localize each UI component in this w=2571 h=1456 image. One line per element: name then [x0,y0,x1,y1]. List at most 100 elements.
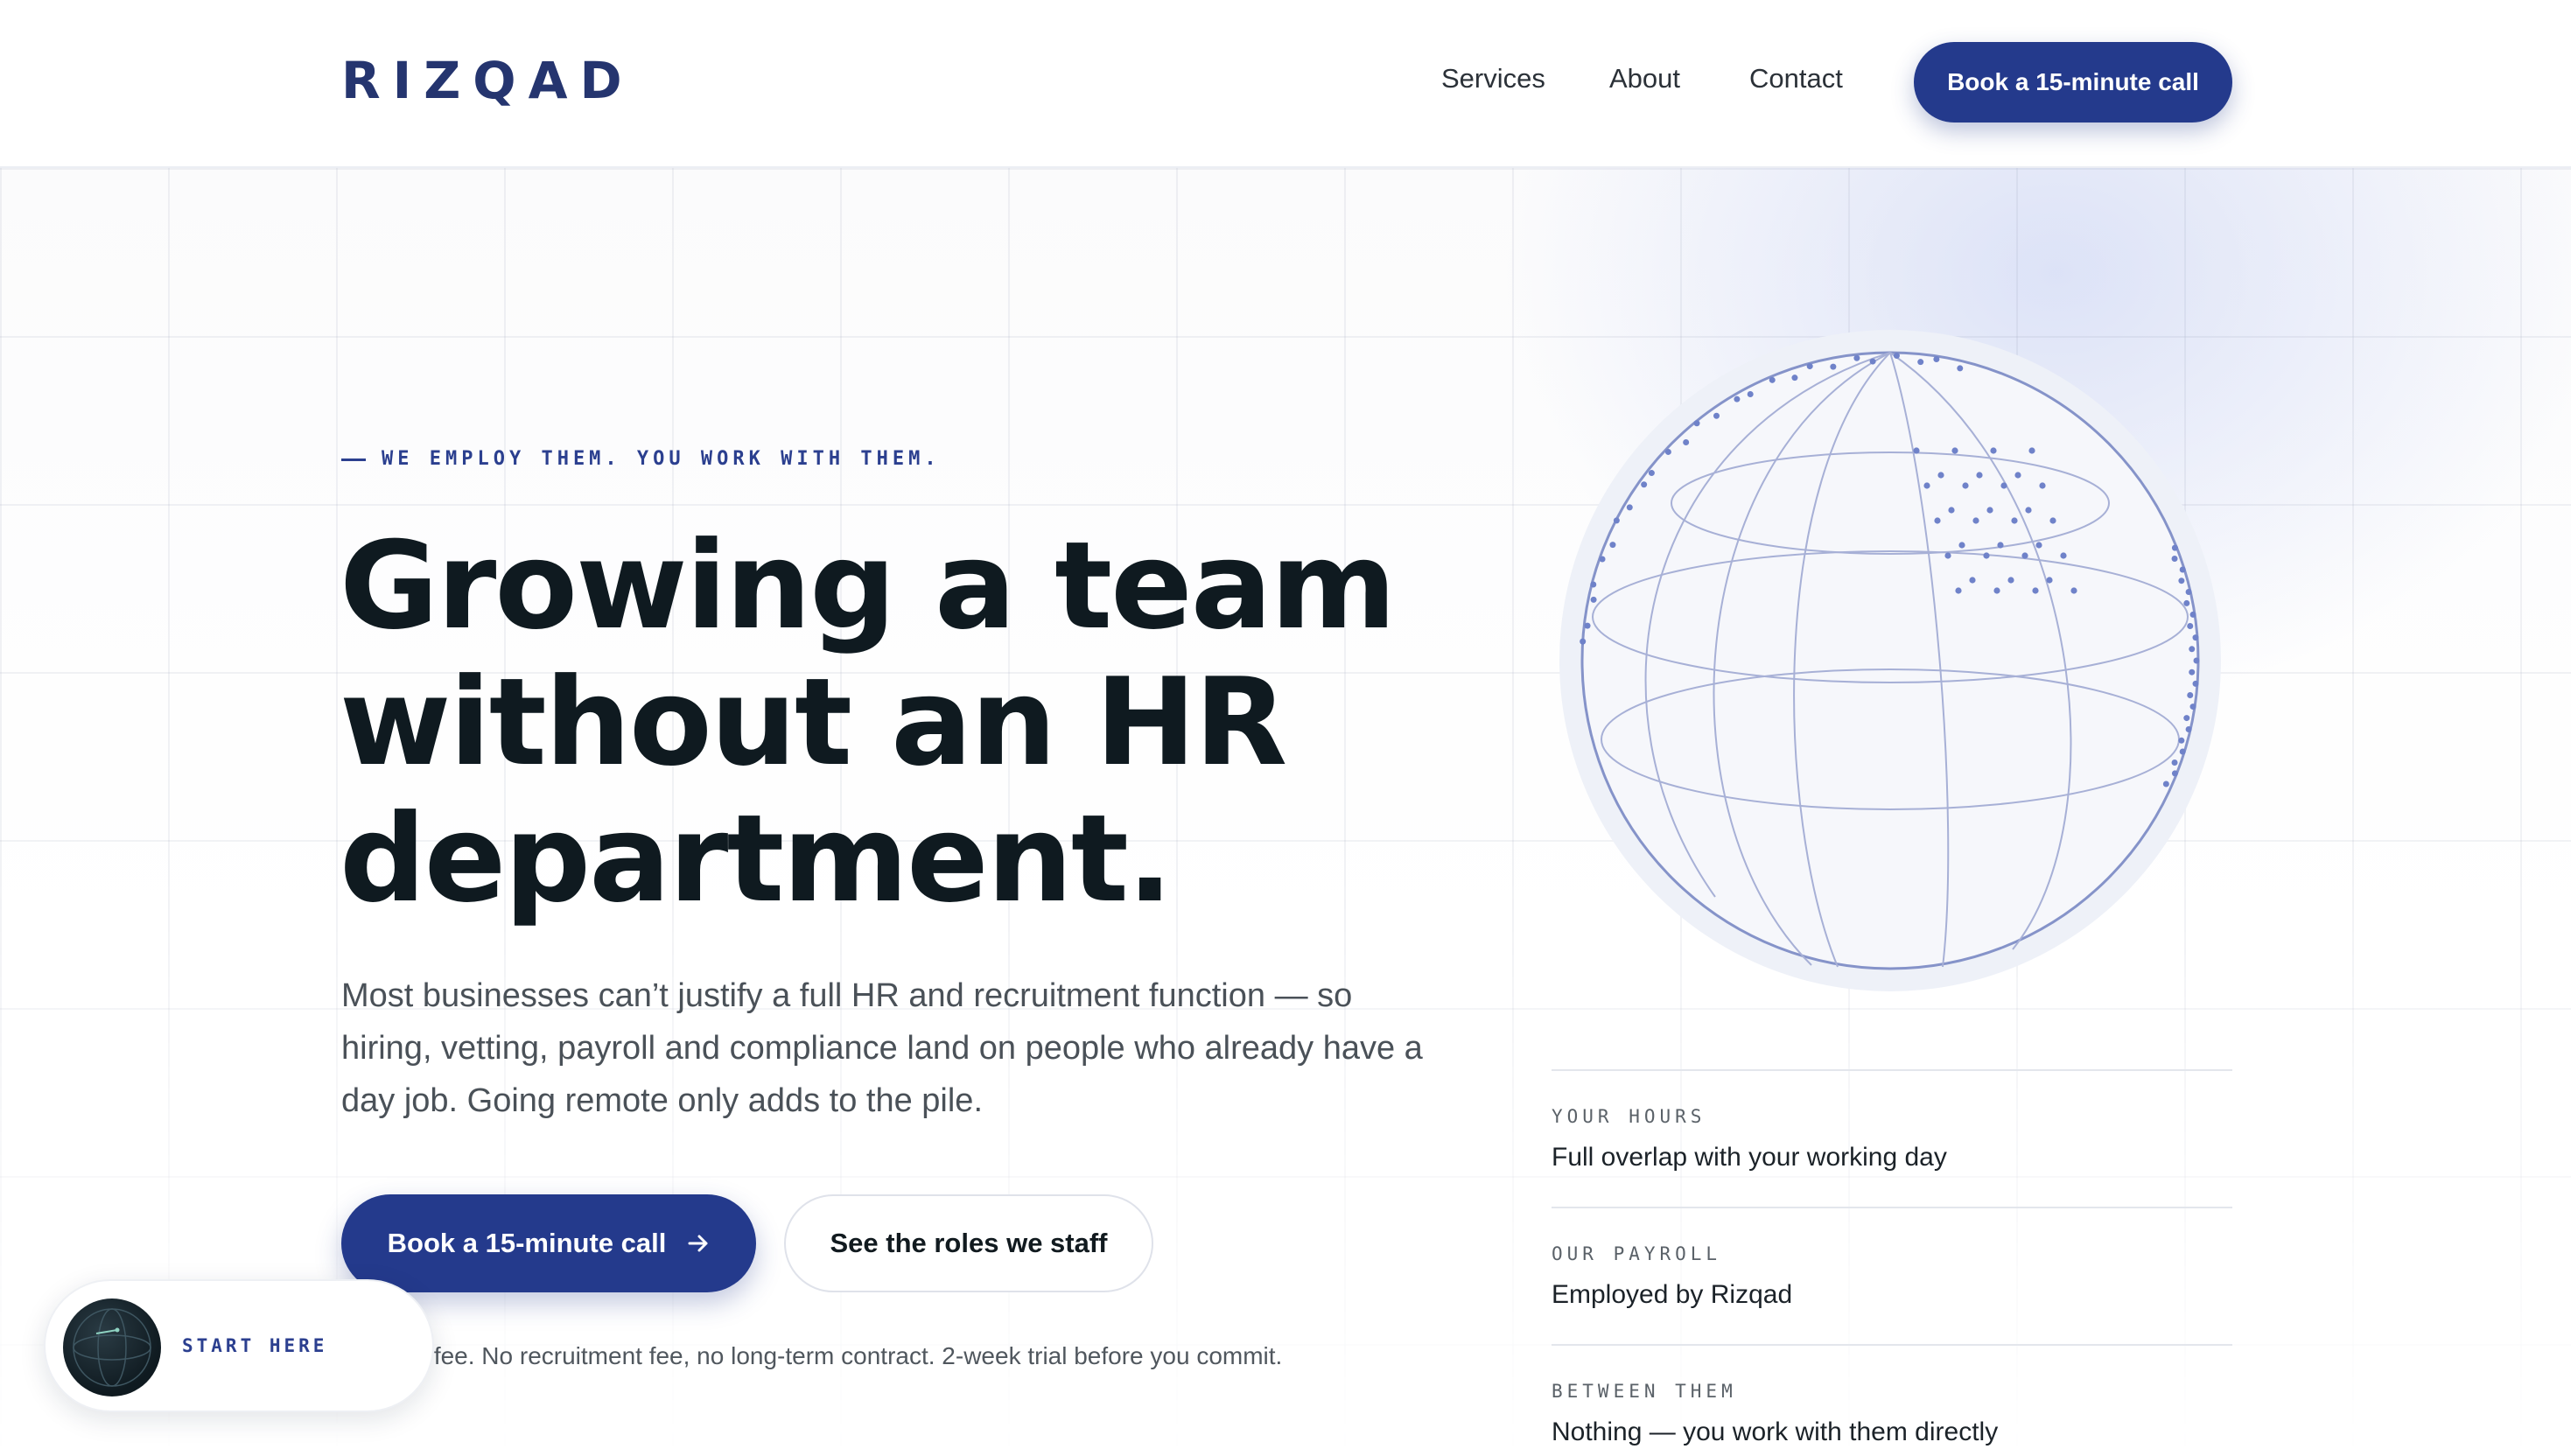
globe-dot [2189,611,2196,618]
globe-dot [1951,447,1958,454]
globe-dot [1986,507,1993,514]
globe-dot [2183,715,2190,722]
globe-dot [2179,748,2186,755]
globe-dot [2178,578,2185,584]
globe-dot [2187,691,2194,698]
globe-dot [2060,552,2067,559]
globe-dot [2049,517,2056,524]
globe-dot [2179,566,2186,573]
headline-line-1: Growing a team [340,515,1397,656]
globe-dot [1993,587,2000,594]
globe-dot [1972,517,1979,524]
globe-dot [1641,481,1648,488]
globe-dot [1769,376,1776,383]
globe-dot [2187,623,2194,630]
globe-dot [1893,353,1900,360]
globe-dot [2039,482,2046,489]
hero-headline: Growing a team without an HR department. [340,518,1477,928]
globe-dot [1599,556,1606,563]
info-item-between: BETWEEN THEM Nothing — you work with the… [1552,1344,2232,1456]
globe-dot [2014,472,2021,479]
brand-logo[interactable]: RIZQAD [341,51,634,110]
globe-dot [2171,544,2178,551]
globe-dot [1990,447,1997,454]
info-item-hours: YOUR HOURS Full overlap with your workin… [1552,1069,2232,1207]
globe-dot [1948,507,1955,514]
globe-dot [2011,517,2018,524]
globe-dot [1934,517,1941,524]
globe-dot [1958,542,1965,549]
globe-dot [2192,634,2199,641]
start-here-widget[interactable]: START HERE [44,1279,434,1412]
nav-link-services[interactable]: Services [1441,63,1545,94]
info-label: BETWEEN THEM [1552,1381,1737,1402]
hero-lead: Most businesses can’t justify a full HR … [341,977,1423,1119]
info-label: OUR PAYROLL [1552,1243,1722,1264]
globe-dot [1937,472,1944,479]
globe-dot [1969,577,1976,584]
globe-dot [1917,359,1924,366]
globe-dot [2189,668,2196,676]
header-book-call-button[interactable]: Book a 15-minute call [1914,42,2232,122]
globe-dot [1869,358,1876,365]
globe-dot [2193,657,2200,664]
info-value: Employed by Rizqad [1552,1280,1793,1309]
globe-dot [1976,472,1983,479]
globe-dot [2185,589,2192,596]
globe-dot [1962,482,1969,489]
globe-dot [2007,577,2014,584]
nav-link-about[interactable]: About [1609,63,1680,94]
nav-link-contact[interactable]: Contact [1749,63,1843,94]
globe-dot [2189,704,2196,710]
globe-dot [1806,363,1813,370]
globe-dot [1923,482,1930,489]
globe-dot [2185,725,2192,732]
headline-line-3: department. [340,788,1173,929]
globe-dot [1913,447,1920,454]
globe-dot [2070,587,2077,594]
book-call-label: Book a 15-minute call [387,1228,667,1258]
globe-dot [1626,504,1633,511]
see-roles-button[interactable]: See the roles we staff [784,1194,1153,1292]
globe-dot [2171,770,2178,777]
globe-dot [1613,517,1620,524]
pricing-note: monthly fee. No recruitment fee, no long… [341,1342,1283,1369]
globe-dot [1584,622,1591,629]
hero-eyebrow: WE EMPLOY THEM. YOU WORK WITH THEM. [341,448,941,470]
globe-dot [1683,438,1690,445]
start-here-label: START HERE [182,1335,328,1356]
globe-dot [1983,552,1990,559]
globe-dot [1997,542,2004,549]
globe-dot [1853,354,1860,361]
globe-dot [2046,577,2053,584]
book-call-button[interactable]: Book a 15-minute call [341,1194,756,1292]
info-item-payroll: OUR PAYROLL Employed by Rizqad [1552,1207,2232,1344]
globe-dot [1580,638,1587,645]
eyebrow-text: WE EMPLOY THEM. YOU WORK WITH THEM. [382,448,941,470]
globe-dot [2178,737,2185,744]
globe-dot [1791,374,1798,382]
globe-dot [2000,482,2007,489]
globe-dot [2192,680,2199,687]
globe-dot [1590,581,1597,588]
globe-dot [1693,420,1700,427]
globe-dot [2171,556,2178,563]
globe-dot [1747,391,1754,398]
globe-dot [2189,646,2196,653]
globe-dot [1648,470,1655,477]
globe-dot [2162,780,2169,788]
globe-dot [1944,552,1951,559]
info-value: Nothing — you work with them directly [1552,1418,1999,1446]
globe-dot [1664,448,1671,455]
arrow-right-icon [688,1235,708,1252]
info-label: YOUR HOURS [1552,1106,1706,1127]
globe-dot [1609,542,1616,549]
eyebrow-dash [341,458,366,461]
globe-dot [1955,587,1962,594]
globe-dot [2021,552,2028,559]
info-list: YOUR HOURS Full overlap with your workin… [1552,1069,2232,1456]
wireframe-globe-icon [1559,330,2221,991]
globe-dot [1734,396,1741,402]
globe-dot [1713,412,1720,419]
headline-line-2: without an HR [340,652,1287,793]
